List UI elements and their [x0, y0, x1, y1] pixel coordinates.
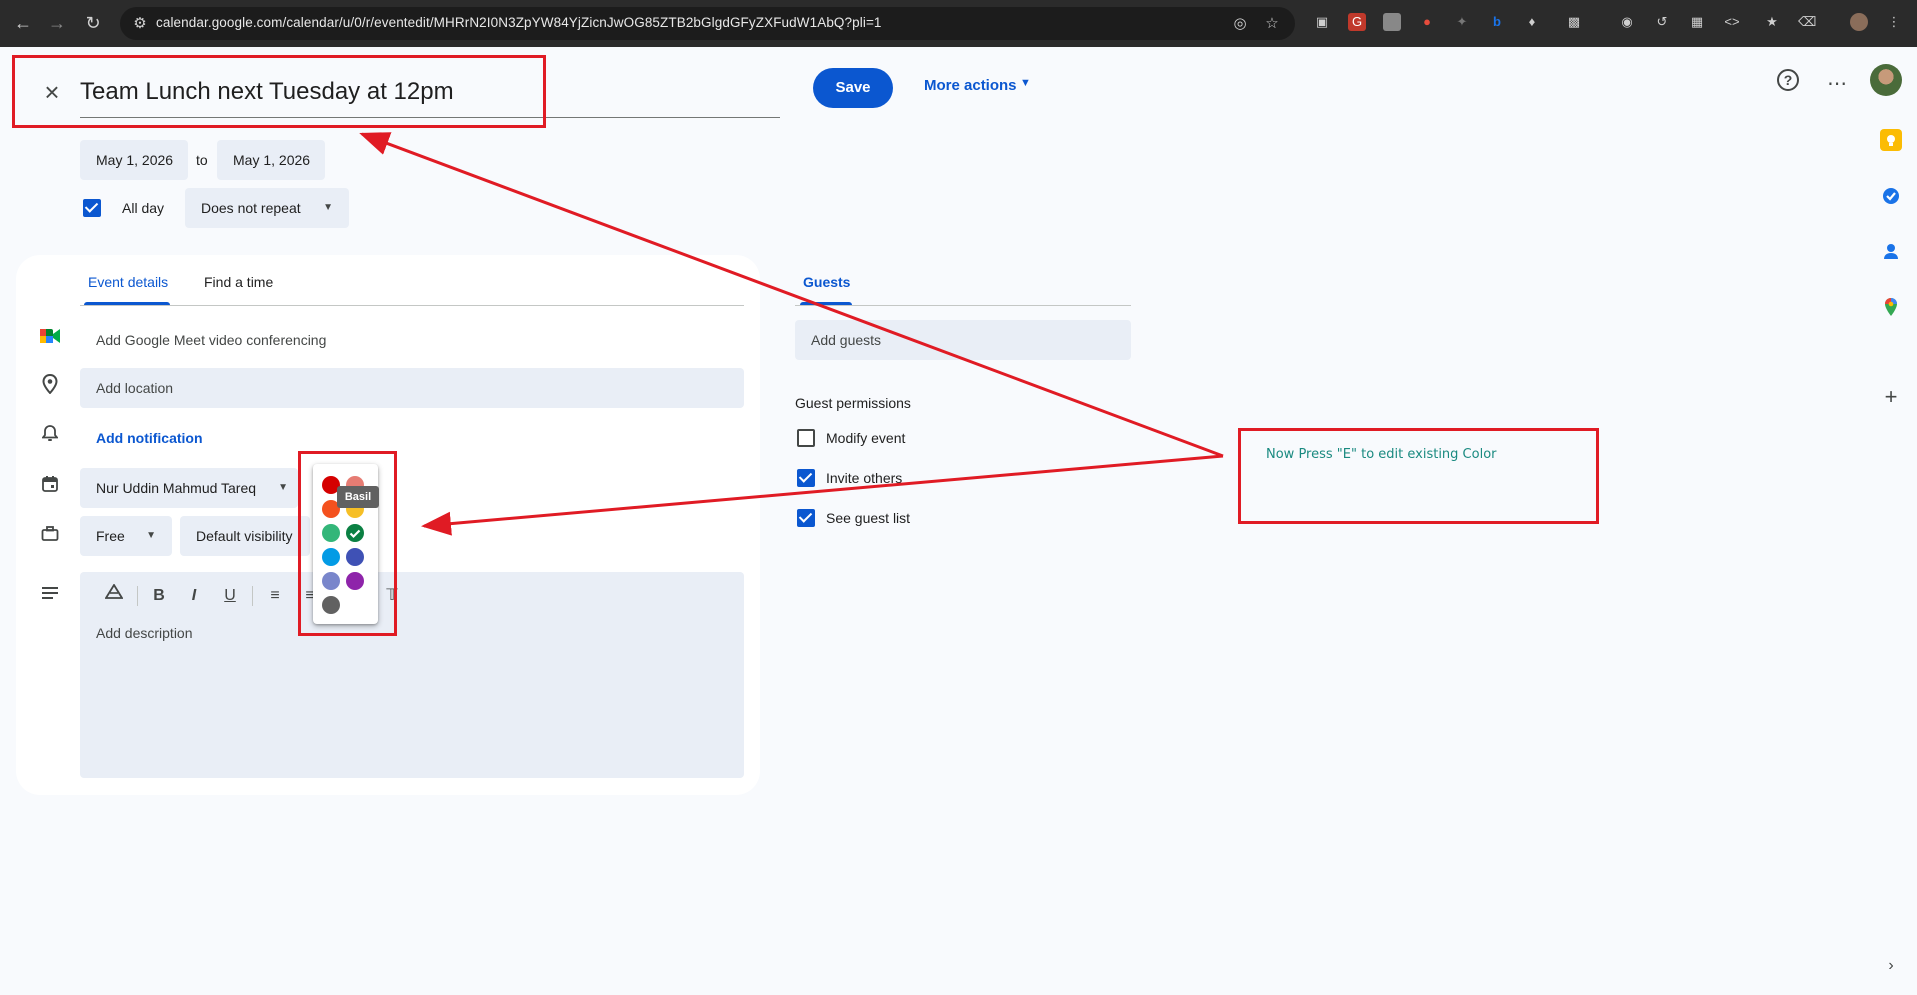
annotation-arrows — [359, 132, 1224, 536]
color-picker-highlight-box — [298, 451, 397, 636]
instruction-text: Now Press "E" to edit existing Color — [1266, 447, 1497, 462]
instruction-box — [1238, 428, 1599, 524]
title-highlight-box — [12, 55, 546, 128]
